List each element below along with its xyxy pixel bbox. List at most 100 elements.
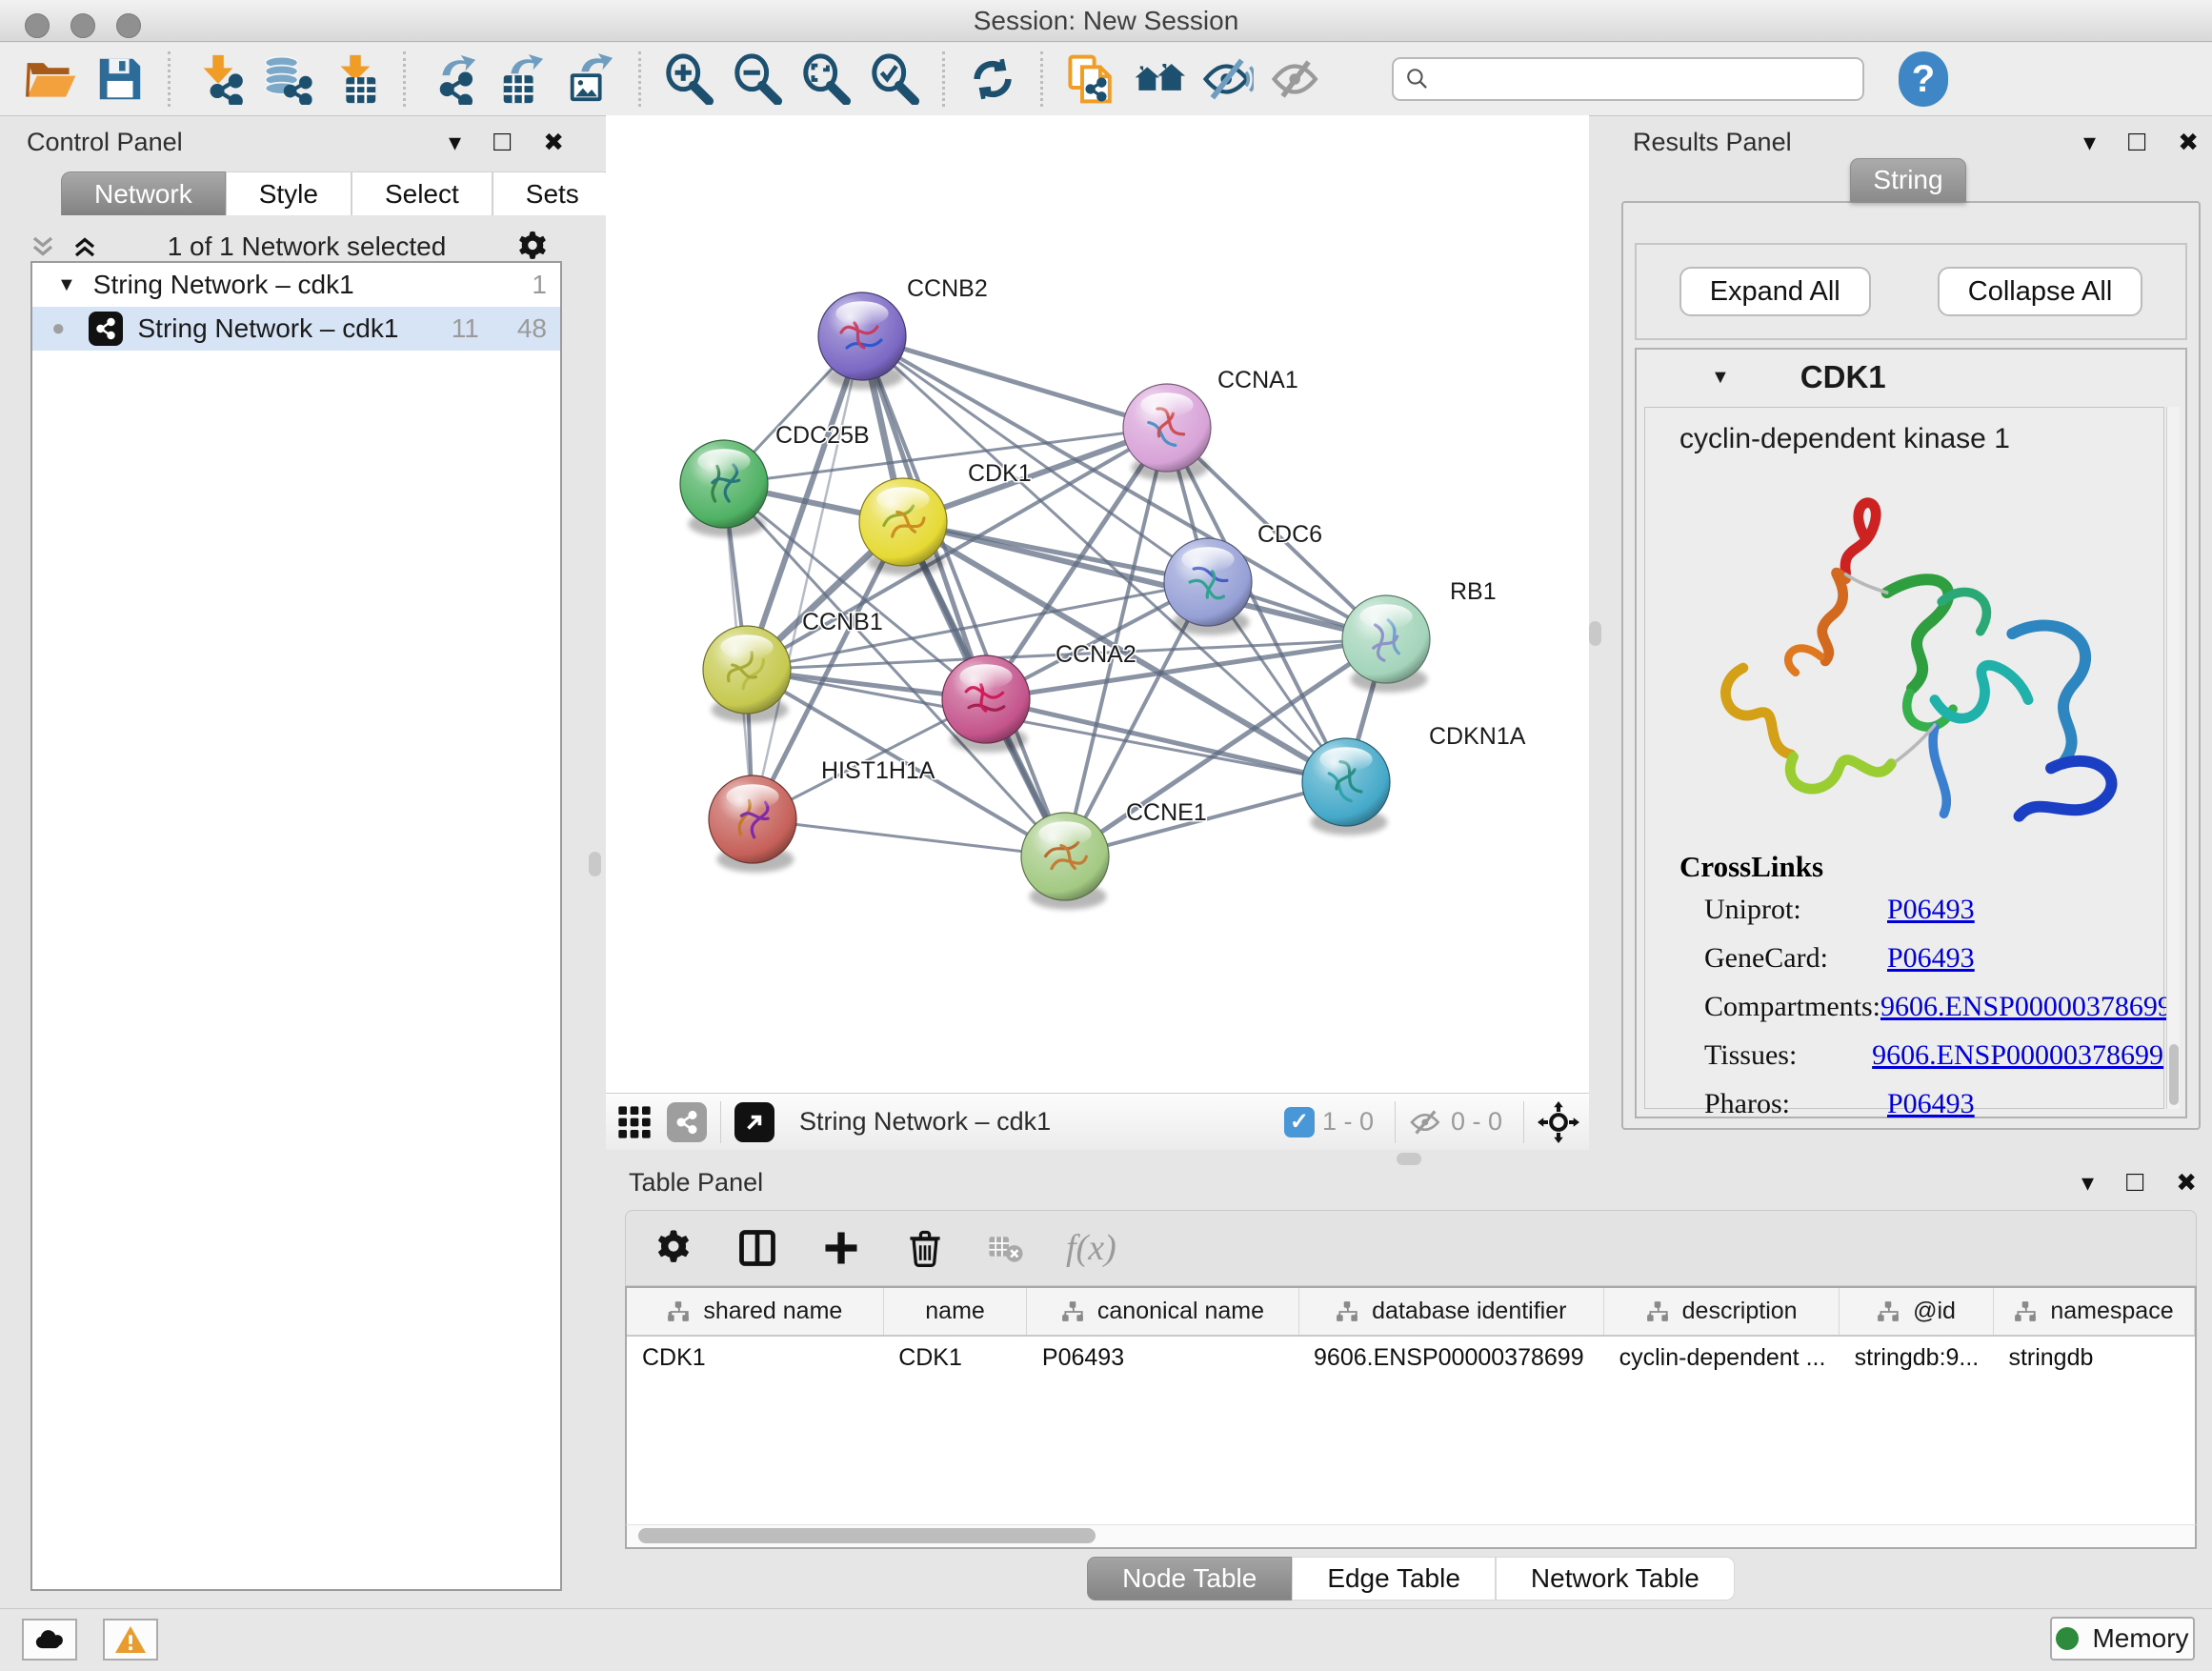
graph-node-CCNA1[interactable]: [1123, 384, 1211, 481]
import-network-icon[interactable]: [184, 50, 252, 109]
column-header-shared-name[interactable]: shared name: [627, 1288, 883, 1336]
network-graph[interactable]: CCNB2CCNA1CDC25BCDK1CDC6RB1CCNB1CCNA2CDK…: [606, 115, 1589, 1093]
search-input[interactable]: [1430, 65, 1851, 94]
tab-network-table[interactable]: Network Table: [1496, 1557, 1735, 1601]
help-button[interactable]: ?: [1899, 51, 1948, 107]
panel-float-icon[interactable]: □: [493, 126, 511, 158]
panel-close-icon[interactable]: ✖: [543, 128, 564, 157]
select-columns-icon[interactable]: [736, 1227, 778, 1269]
panel-float-icon[interactable]: □: [2126, 1166, 2143, 1198]
panel-menu-icon[interactable]: ▾: [449, 128, 461, 157]
refresh-view-icon[interactable]: [958, 50, 1027, 109]
graph-node-CDC6[interactable]: [1164, 538, 1252, 635]
crosslink-genecard-link[interactable]: P06493: [1887, 942, 1975, 975]
panel-menu-icon[interactable]: ▾: [2081, 1168, 2094, 1198]
graph-node-RB1[interactable]: [1342, 595, 1430, 693]
cell-database-identifier[interactable]: 9606.ENSP00000378699: [1298, 1336, 1604, 1379]
import-network-database-icon[interactable]: [252, 50, 321, 109]
birdseye-grid-icon[interactable]: [615, 1103, 654, 1141]
window-controls[interactable]: [25, 13, 141, 38]
tab-select[interactable]: Select: [352, 171, 493, 215]
results-scrollbar[interactable]: [2166, 407, 2180, 1109]
zoom-fit-icon[interactable]: [792, 50, 860, 109]
export-table-icon[interactable]: [488, 50, 556, 109]
scrollbar-thumb[interactable]: [2169, 1044, 2179, 1105]
scrollbar-thumb[interactable]: [638, 1528, 1096, 1543]
column-header-database-identifier[interactable]: database identifier: [1298, 1288, 1604, 1336]
first-neighbors-icon[interactable]: [1125, 50, 1194, 109]
graph-node-CCNA2[interactable]: [942, 655, 1030, 753]
export-network-icon[interactable]: [419, 50, 488, 109]
crosslink-pharos-link[interactable]: P06493: [1887, 1088, 1975, 1120]
table-horizontal-scrollbar[interactable]: [625, 1524, 2197, 1549]
global-search-field[interactable]: [1392, 57, 1864, 101]
graph-node-CCNB1[interactable]: [703, 626, 791, 723]
maximize-window-button[interactable]: [116, 13, 141, 38]
panel-float-icon[interactable]: □: [2128, 126, 2145, 158]
panel-close-icon[interactable]: ✖: [2176, 1168, 2197, 1198]
gear-icon[interactable]: [514, 229, 551, 265]
column-header-name[interactable]: name: [883, 1288, 1027, 1336]
import-table-icon[interactable]: [321, 50, 390, 109]
expand-all-button[interactable]: Expand All: [1679, 267, 1871, 316]
collapse-all-chevron-icon[interactable]: [29, 232, 57, 261]
splitter-handle[interactable]: [1589, 621, 1601, 646]
network-collection-row[interactable]: ▼ String Network – cdk1 1: [32, 263, 560, 307]
delete-column-trash-icon[interactable]: [904, 1227, 946, 1269]
collection-expand-icon[interactable]: ▼: [57, 274, 76, 296]
column-header-id[interactable]: @id: [1840, 1288, 1994, 1336]
graph-node-CDKN1A[interactable]: [1302, 738, 1390, 836]
crosslink-compartments-link[interactable]: 9606.ENSP00000378699: [1880, 991, 2172, 1023]
table-row[interactable]: CDK1 CDK1 P06493 9606.ENSP00000378699 cy…: [627, 1336, 2195, 1379]
memory-button[interactable]: Memory: [2050, 1617, 2195, 1661]
export-image-icon[interactable]: [556, 50, 625, 109]
clone-network-icon[interactable]: [1056, 50, 1125, 109]
hide-selected-eye-icon[interactable]: [1194, 50, 1262, 109]
column-header-canonical-name[interactable]: canonical name: [1027, 1288, 1298, 1336]
cell-shared-name[interactable]: CDK1: [627, 1336, 883, 1379]
splitter-handle[interactable]: [1397, 1153, 1421, 1165]
tab-string[interactable]: String: [1850, 158, 1966, 202]
network-canvas[interactable]: CCNB2CCNA1CDC25BCDK1CDC6RB1CCNB1CCNA2CDK…: [606, 115, 1589, 1093]
panel-close-icon[interactable]: ✖: [2178, 128, 2199, 157]
graph-node-CDK1[interactable]: [859, 478, 947, 575]
zoom-in-icon[interactable]: [654, 50, 723, 109]
hidden-eye-icon[interactable]: [1409, 1108, 1443, 1137]
cell-namespace[interactable]: stringdb: [1993, 1336, 2194, 1379]
splitter-handle[interactable]: [589, 852, 601, 876]
tab-sets[interactable]: Sets: [493, 171, 613, 215]
add-column-icon[interactable]: [820, 1227, 862, 1269]
table-gear-icon[interactable]: [653, 1227, 694, 1269]
expand-all-chevron-icon[interactable]: [70, 232, 99, 261]
close-window-button[interactable]: [25, 13, 50, 38]
tab-edge-table[interactable]: Edge Table: [1292, 1557, 1496, 1601]
minimize-window-button[interactable]: [70, 13, 95, 38]
cell-description[interactable]: cyclin-dependent ...: [1604, 1336, 1840, 1379]
column-header-description[interactable]: description: [1604, 1288, 1840, 1336]
pan-crosshair-icon[interactable]: [1538, 1101, 1579, 1143]
panel-menu-icon[interactable]: ▾: [2083, 128, 2096, 157]
network-row-selected[interactable]: ● String Network – cdk1 11 48: [32, 307, 560, 351]
tab-network[interactable]: Network: [61, 171, 226, 215]
cloud-status-button[interactable]: [22, 1619, 77, 1661]
collapse-all-button[interactable]: Collapse All: [1938, 267, 2143, 316]
delete-table-icon[interactable]: [988, 1230, 1024, 1266]
open-in-new-icon[interactable]: [734, 1102, 774, 1142]
section-collapse-icon[interactable]: ▼: [1711, 367, 1730, 389]
zoom-out-icon[interactable]: [723, 50, 792, 109]
show-all-eye-icon[interactable]: [1262, 50, 1331, 109]
selected-checkbox-icon[interactable]: ✓: [1284, 1107, 1315, 1137]
graph-node-HIST1H1A[interactable]: [709, 775, 796, 873]
warnings-button[interactable]: [103, 1619, 158, 1661]
cell-canonical-name[interactable]: P06493: [1027, 1336, 1298, 1379]
tab-style[interactable]: Style: [226, 171, 352, 215]
gene-section-header[interactable]: ▼ CDK1: [1637, 350, 2185, 405]
graph-node-CCNB2[interactable]: [818, 292, 906, 390]
crosslink-tissues-link[interactable]: 9606.ENSP00000378699: [1872, 1039, 2163, 1072]
tab-node-table[interactable]: Node Table: [1087, 1557, 1292, 1601]
save-session-icon[interactable]: [86, 50, 154, 109]
cell-name[interactable]: CDK1: [883, 1336, 1027, 1379]
open-session-icon[interactable]: [17, 50, 86, 109]
network-share-icon[interactable]: [667, 1102, 707, 1142]
graph-node-CDC25B[interactable]: [680, 440, 768, 537]
